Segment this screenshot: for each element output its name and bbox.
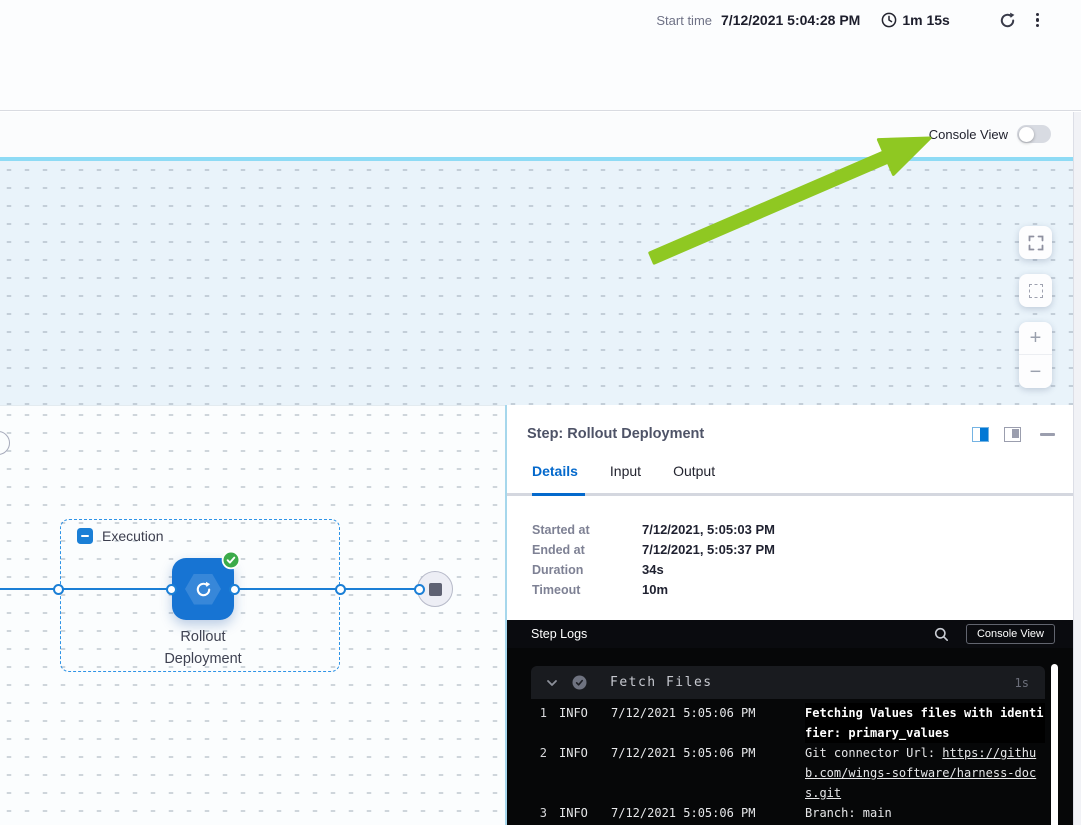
start-time-value: 7/12/2021 5:04:28 PM [721, 12, 860, 28]
stage-execution-canvas[interactable]: Execution Rollout Deployment [0, 405, 505, 825]
tab-output[interactable]: Output [673, 463, 715, 493]
zoom-in-button[interactable]: + [1019, 322, 1052, 355]
section-success-icon [571, 675, 587, 691]
more-options-icon[interactable] [1036, 13, 1039, 28]
zoom-button-group: + − [1019, 322, 1052, 388]
view-options-bar: Console View [0, 112, 1081, 161]
log-section-title: Fetch Files [610, 675, 1015, 690]
toggle-knob [1019, 127, 1034, 142]
rollout-hexagon [185, 574, 221, 605]
detail-row-started: Started at 7/12/2021, 5:05:03 PM [532, 520, 775, 540]
log-section-duration: 1s [1015, 676, 1029, 690]
step-logs-bar: Step Logs Console View [507, 620, 1081, 648]
stop-square-icon [429, 583, 442, 596]
step-logs-title: Step Logs [531, 627, 933, 641]
fullscreen-button[interactable] [1019, 226, 1052, 259]
log-row-1: 1 INFO 7/12/2021 5:05:06 PM Fetching Val… [531, 703, 1045, 743]
minus-icon: − [1030, 362, 1042, 382]
port-node-out[interactable] [229, 584, 240, 595]
detail-row-ended: Ended at 7/12/2021, 5:05:37 PM [532, 540, 775, 560]
chevron-down-icon [545, 676, 559, 690]
execution-group-label: Execution [102, 528, 163, 544]
search-icon[interactable] [933, 625, 951, 643]
port-stop-in[interactable] [414, 584, 425, 595]
detail-row-timeout: Timeout 10m [532, 580, 775, 600]
tab-underline [507, 493, 1081, 496]
marquee-icon [1029, 284, 1043, 298]
plus-icon: + [1030, 328, 1042, 348]
detail-row-duration: Duration 34s [532, 560, 775, 580]
step-details-panel: Step: Rollout Deployment Details Input O… [505, 405, 1081, 825]
elapsed-duration: 1m 15s [902, 12, 949, 28]
minimize-panel-icon[interactable] [1040, 433, 1055, 436]
log-row-3: 3 INFO 7/12/2021 5:05:06 PM Branch: main [531, 803, 1045, 823]
log-section-fetch-files[interactable]: Fetch Files 1s [531, 666, 1045, 699]
clock-icon [880, 12, 897, 29]
pipeline-execution-page: Start time 7/12/2021 5:04:28 PM 1m 15s C… [0, 0, 1081, 825]
execution-header-bar: Start time 7/12/2021 5:04:28 PM 1m 15s [0, 0, 1081, 111]
tab-input[interactable]: Input [610, 463, 641, 493]
log-row-2: 2 INFO 7/12/2021 5:05:06 PM Git connecto… [531, 743, 1045, 803]
log-message: Branch: main [805, 803, 1045, 823]
port-group-in[interactable] [53, 584, 64, 595]
fit-selection-button[interactable] [1019, 274, 1052, 307]
details-list: Started at 7/12/2021, 5:05:03 PM Ended a… [532, 520, 775, 600]
console-view-toggle[interactable] [1017, 125, 1051, 143]
port-node-in[interactable] [166, 584, 177, 595]
offscreen-node [0, 431, 10, 455]
console-view-label: Console View [929, 127, 1008, 142]
port-group-out[interactable] [335, 584, 346, 595]
collapse-group-checkbox[interactable] [77, 528, 93, 544]
refresh-icon[interactable] [996, 8, 1020, 32]
success-check-icon [221, 550, 241, 570]
log-message: Git connector Url: https://github.com/wi… [805, 743, 1045, 803]
start-time-label: Start time [656, 13, 712, 28]
panel-tabs: Details Input Output [507, 463, 1081, 493]
node-label: Rollout Deployment [128, 626, 278, 670]
log-lines: 1 INFO 7/12/2021 5:05:06 PM Fetching Val… [531, 699, 1045, 823]
logs-body: Fetch Files 1s 1 INFO 7/12/2021 5:05:06 … [507, 648, 1081, 825]
panel-title: Step: Rollout Deployment [527, 426, 957, 442]
pipeline-canvas[interactable] [0, 161, 1081, 405]
log-message-highlighted: Fetching Values files with identifier: p… [805, 703, 1045, 743]
log-scrollbar[interactable] [1051, 664, 1058, 825]
split-view-icon[interactable] [972, 427, 989, 442]
tab-details[interactable]: Details [532, 463, 578, 493]
zoom-out-button[interactable]: − [1019, 355, 1052, 388]
page-scrollbar[interactable] [1073, 112, 1081, 825]
full-view-icon[interactable] [1004, 427, 1021, 442]
console-view-button[interactable]: Console View [966, 624, 1055, 644]
canvas-controls: + − [1019, 226, 1052, 388]
